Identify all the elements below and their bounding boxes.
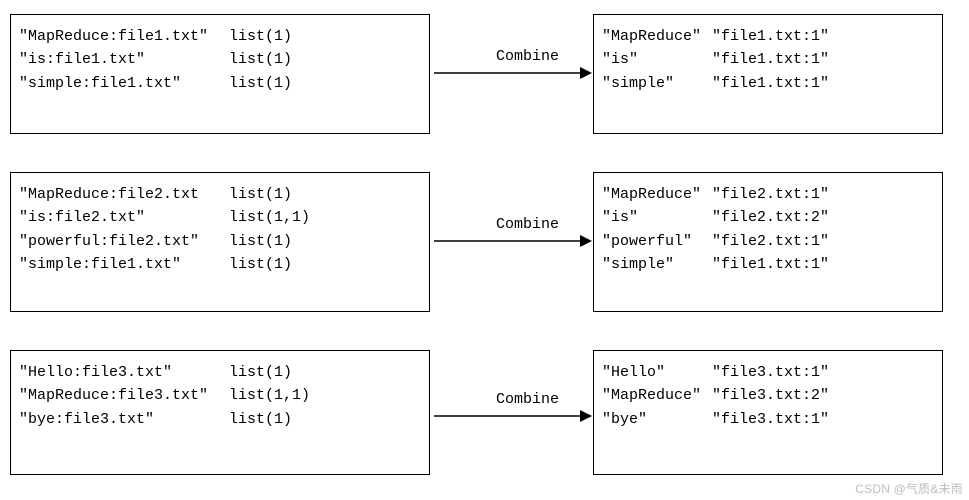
kv-val: list(1,1) [229, 384, 310, 407]
table-row: "Hello:file3.txt"list(1) [19, 361, 421, 384]
kv-val: list(1) [229, 25, 292, 48]
kv-key: "Hello" [602, 361, 712, 384]
input-box-2: "MapReduce:file2.txtlist(1) "is:file2.tx… [10, 172, 430, 312]
table-row: "MapReduce:file2.txtlist(1) [19, 183, 421, 206]
table-row: "MapReduce""file2.txt:1" [602, 183, 934, 206]
table-row: "MapReduce""file1.txt:1" [602, 25, 934, 48]
arrow-icon [434, 409, 592, 423]
kv-val: list(1) [229, 230, 292, 253]
table-row: "MapReduce""file3.txt:2" [602, 384, 934, 407]
table-row: "Hello""file3.txt:1" [602, 361, 934, 384]
table-row: "simple""file1.txt:1" [602, 72, 934, 95]
kv-key: "Hello:file3.txt" [19, 361, 229, 384]
kv-val: "file1.txt:1" [712, 72, 829, 95]
kv-val: "file2.txt:1" [712, 230, 829, 253]
table-row: "is""file2.txt:2" [602, 206, 934, 229]
kv-key: "is:file1.txt" [19, 48, 229, 71]
kv-key: "is:file2.txt" [19, 206, 229, 229]
kv-val: list(1) [229, 183, 292, 206]
kv-key: "simple:file1.txt" [19, 72, 229, 95]
kv-val: "file3.txt:2" [712, 384, 829, 407]
kv-val: list(1) [229, 253, 292, 276]
kv-val: "file1.txt:1" [712, 48, 829, 71]
kv-val: "file3.txt:1" [712, 408, 829, 431]
watermark-text: CSDN @气质&未雨 [855, 480, 963, 497]
table-row: "powerful:file2.txt"list(1) [19, 230, 421, 253]
table-row: "MapReduce:file1.txt"list(1) [19, 25, 421, 48]
table-row: "is:file2.txt"list(1,1) [19, 206, 421, 229]
input-box-1: "MapReduce:file1.txt"list(1) "is:file1.t… [10, 14, 430, 134]
table-row: "bye""file3.txt:1" [602, 408, 934, 431]
kv-key: "MapReduce" [602, 183, 712, 206]
output-box-1: "MapReduce""file1.txt:1" "is""file1.txt:… [593, 14, 943, 134]
kv-key: "simple" [602, 253, 712, 276]
kv-val: "file2.txt:2" [712, 206, 829, 229]
kv-key: "MapReduce" [602, 25, 712, 48]
kv-key: "simple:file1.txt" [19, 253, 229, 276]
arrow-icon [434, 66, 592, 80]
kv-val: "file1.txt:1" [712, 25, 829, 48]
input-box-3: "Hello:file3.txt"list(1) "MapReduce:file… [10, 350, 430, 475]
table-row: "MapReduce:file3.txt"list(1,1) [19, 384, 421, 407]
kv-key: "MapReduce:file2.txt [19, 183, 229, 206]
diagram-stage: "MapReduce:file1.txt"list(1) "is:file1.t… [0, 0, 969, 500]
output-box-2: "MapReduce""file2.txt:1" "is""file2.txt:… [593, 172, 943, 312]
table-row: "simple""file1.txt:1" [602, 253, 934, 276]
kv-key: "MapReduce:file1.txt" [19, 25, 229, 48]
table-row: "simple:file1.txt"list(1) [19, 253, 421, 276]
table-row: "powerful""file2.txt:1" [602, 230, 934, 253]
kv-key: "MapReduce:file3.txt" [19, 384, 229, 407]
kv-val: list(1) [229, 72, 292, 95]
table-row: "simple:file1.txt"list(1) [19, 72, 421, 95]
kv-val: "file3.txt:1" [712, 361, 829, 384]
kv-val: list(1) [229, 361, 292, 384]
kv-val: "file1.txt:1" [712, 253, 829, 276]
kv-val: list(1,1) [229, 206, 310, 229]
arrow-label-2: Combine [496, 216, 559, 233]
kv-key: "MapReduce" [602, 384, 712, 407]
arrow-icon [434, 234, 592, 248]
kv-key: "bye" [602, 408, 712, 431]
kv-key: "is" [602, 48, 712, 71]
kv-val: "file2.txt:1" [712, 183, 829, 206]
kv-key: "bye:file3.txt" [19, 408, 229, 431]
kv-key: "is" [602, 206, 712, 229]
kv-key: "powerful" [602, 230, 712, 253]
kv-key: "powerful:file2.txt" [19, 230, 229, 253]
output-box-3: "Hello""file3.txt:1" "MapReduce""file3.t… [593, 350, 943, 475]
arrow-label-3: Combine [496, 391, 559, 408]
table-row: "is:file1.txt"list(1) [19, 48, 421, 71]
arrow-label-1: Combine [496, 48, 559, 65]
kv-val: list(1) [229, 408, 292, 431]
table-row: "bye:file3.txt"list(1) [19, 408, 421, 431]
kv-key: "simple" [602, 72, 712, 95]
table-row: "is""file1.txt:1" [602, 48, 934, 71]
kv-val: list(1) [229, 48, 292, 71]
